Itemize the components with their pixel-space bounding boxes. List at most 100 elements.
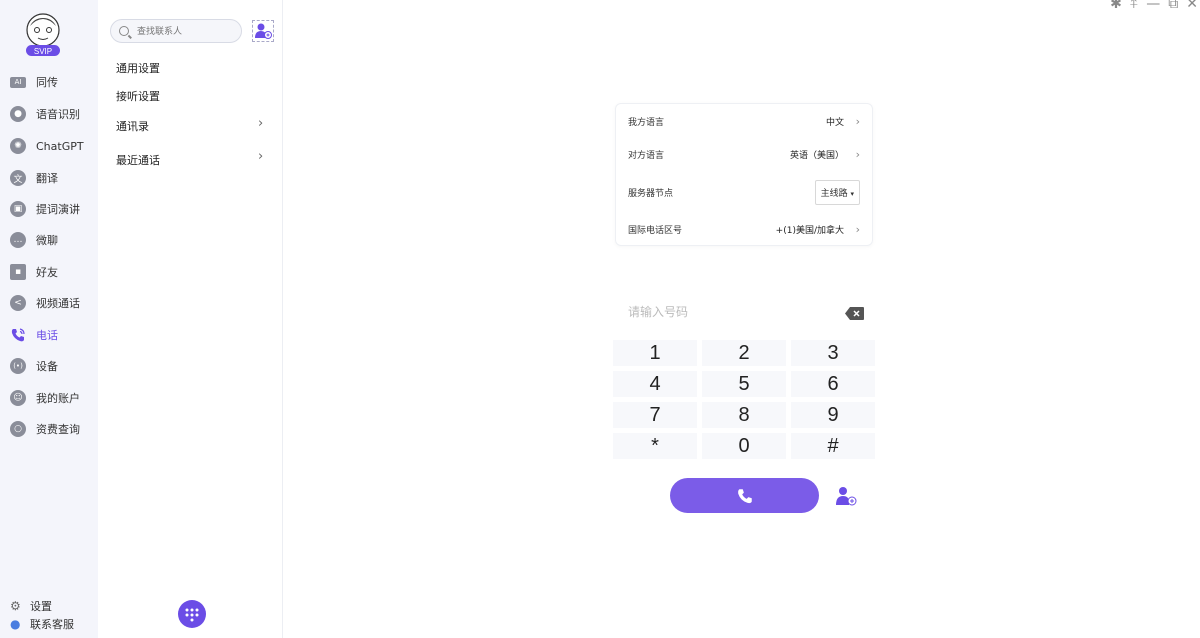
their-language-row[interactable]: 对方语言 英语（美国） ›	[628, 144, 860, 164]
support-link[interactable]: ● 联系客服	[10, 616, 74, 632]
nav-item-account[interactable]: ☺ 我的账户	[10, 387, 80, 409]
account-icon: ☺	[10, 390, 26, 406]
server-node-value: 主线路	[820, 188, 848, 199]
menu-contacts[interactable]: 通讯录	[116, 118, 149, 134]
nav-item-simultaneous[interactable]: AI 同传	[10, 71, 58, 93]
backspace-button[interactable]	[845, 305, 864, 320]
key-2[interactable]: 2	[702, 340, 786, 366]
contact-card-icon: ▪	[10, 264, 26, 280]
add-contact-button[interactable]	[252, 20, 274, 42]
chevron-right-icon: ›	[855, 147, 860, 161]
share-icon: <	[10, 295, 26, 311]
nav-item-teleprompter[interactable]: ▣ 提词演讲	[10, 198, 80, 220]
key-7[interactable]: 7	[613, 402, 697, 428]
my-language-label: 我方语言	[628, 117, 665, 128]
country-code-row[interactable]: 国际电话区号 +(1)美国/加拿大 ›	[628, 219, 860, 239]
nav-item-video-call[interactable]: < 视频通话	[10, 292, 80, 314]
chatgpt-icon: ✺	[10, 138, 26, 154]
key-8[interactable]: 8	[702, 402, 786, 428]
caret-down-icon: ▾	[850, 189, 854, 198]
nav-item-label: 设备	[36, 360, 58, 373]
gear-icon: ⚙	[10, 599, 21, 613]
key-0[interactable]: 0	[702, 433, 786, 459]
key-star[interactable]: *	[613, 433, 697, 459]
support-label: 联系客服	[30, 618, 74, 631]
add-contact-icon	[836, 487, 857, 506]
settings-sidebar: 通用设置 接听设置 通讯录 › 最近通话 ›	[98, 0, 283, 638]
nav-item-label: 提词演讲	[36, 203, 80, 216]
add-contact-icon	[255, 23, 272, 39]
nav-item-label: 好友	[36, 266, 58, 279]
my-language-value: 中文	[825, 117, 844, 128]
nav-item-label: 翻译	[36, 172, 58, 185]
minimize-icon[interactable]: —	[1146, 0, 1160, 12]
pin-icon[interactable]: ✱	[1110, 0, 1122, 12]
key-1[interactable]: 1	[613, 340, 697, 366]
topmost-icon[interactable]: ⍏	[1130, 0, 1138, 12]
nav-item-chat[interactable]: … 微聊	[10, 229, 58, 251]
country-code-value: +(1)美国/加拿大	[775, 225, 844, 236]
nav-item-chatgpt[interactable]: ✺ ChatGPT	[10, 135, 84, 157]
nav-item-friends[interactable]: ▪ 好友	[10, 261, 58, 283]
add-contact-button[interactable]	[835, 486, 857, 506]
phone-icon	[10, 327, 26, 343]
dialpad-button[interactable]	[178, 600, 206, 628]
nav-item-phone[interactable]: 电话	[10, 324, 58, 346]
main-nav: SVIP AI 同传 ● 语音识别 ✺ ChatGPT 文翻译 ▣ 提词演讲 … 微聊 ▪…	[0, 0, 98, 638]
menu-recent-calls[interactable]: 最近通话	[116, 152, 160, 168]
server-node-label: 服务器节点	[628, 188, 674, 199]
key-6[interactable]: 6	[791, 371, 875, 397]
server-node-row: 服务器节点 主线路 ▾	[628, 179, 860, 205]
phone-number-input[interactable]: 请输入号码	[628, 303, 828, 320]
window-controls: ✱ ⍏ — ⧉ ✕	[1110, 0, 1198, 12]
search-icon: ○	[10, 421, 26, 437]
search-icon	[119, 26, 129, 36]
key-hash[interactable]: #	[791, 433, 875, 459]
settings-link[interactable]: ⚙ 设置	[10, 598, 52, 614]
nav-item-label: 同传	[36, 76, 58, 89]
nav-item-label: 微聊	[36, 234, 58, 247]
teleprompter-icon: ▣	[10, 201, 26, 217]
chevron-right-icon: ›	[855, 222, 860, 236]
key-3[interactable]: 3	[791, 340, 875, 366]
nav-item-billing[interactable]: ○ 资费查询	[10, 418, 80, 440]
server-node-select[interactable]: 主线路 ▾	[814, 179, 860, 205]
app-window: ✱ ⍏ — ⧉ ✕ SVIP AI 同传 ● 语音识别 ✺ ChatGPT 文翻译 ▣…	[0, 0, 1200, 638]
device-icon: (•)	[10, 358, 26, 374]
chevron-right-icon: ›	[855, 114, 860, 128]
nav-item-label: 视频通话	[36, 297, 80, 310]
microphone-icon: ●	[10, 106, 26, 122]
nav-item-device[interactable]: (•) 设备	[10, 355, 58, 377]
call-settings-card: 我方语言 中文 › 对方语言 英语（美国） › 服务器节点 主线路 ▾ 国际电话…	[615, 103, 873, 246]
contact-search[interactable]	[110, 19, 242, 43]
key-5[interactable]: 5	[702, 371, 786, 397]
key-4[interactable]: 4	[613, 371, 697, 397]
svg-text:SVIP: SVIP	[34, 47, 52, 56]
avatar[interactable]: SVIP	[22, 12, 64, 58]
dialpad-icon	[185, 608, 199, 622]
ai-icon: AI	[10, 76, 26, 88]
chevron-right-icon: ›	[258, 116, 264, 131]
nav-item-label: 我的账户	[36, 392, 80, 405]
nav-item-translate[interactable]: 文翻译	[10, 167, 58, 189]
menu-answer-settings[interactable]: 接听设置	[116, 88, 160, 104]
nav-item-speech[interactable]: ● 语音识别	[10, 103, 80, 125]
phone-icon	[737, 488, 752, 503]
their-language-value: 英语（美国）	[789, 150, 844, 161]
chat-icon: …	[10, 232, 26, 248]
search-input[interactable]	[137, 26, 227, 36]
translate-icon: 文	[10, 170, 26, 186]
my-language-row[interactable]: 我方语言 中文 ›	[628, 111, 860, 131]
menu-general-settings[interactable]: 通用设置	[116, 60, 160, 76]
headset-icon: ●	[10, 617, 21, 631]
nav-item-label: 电话	[36, 329, 58, 342]
their-language-label: 对方语言	[628, 150, 665, 161]
backspace-icon	[845, 307, 864, 320]
key-9[interactable]: 9	[791, 402, 875, 428]
call-button[interactable]	[670, 478, 819, 513]
nav-item-label: 资费查询	[36, 423, 80, 436]
settings-label: 设置	[30, 600, 52, 613]
country-code-label: 国际电话区号	[628, 225, 683, 236]
close-icon[interactable]: ✕	[1186, 0, 1198, 12]
restore-icon[interactable]: ⧉	[1168, 0, 1178, 12]
